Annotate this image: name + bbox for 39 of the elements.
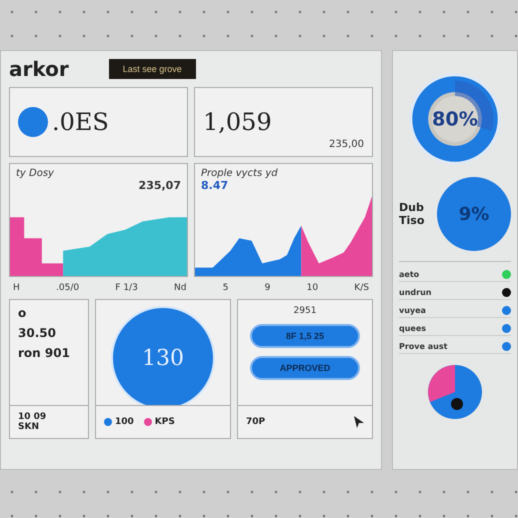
stat-subvalue: 235,00 bbox=[329, 139, 364, 150]
summary-heading: o bbox=[18, 306, 28, 320]
stat-value: 1,059 bbox=[203, 108, 272, 136]
footer-text: SKN bbox=[18, 422, 40, 432]
pie-chart-drawing bbox=[427, 364, 483, 420]
axis-label: 5 bbox=[222, 283, 228, 293]
cursor-icon bbox=[354, 416, 364, 428]
axis-label: H bbox=[13, 283, 20, 293]
list-label: vuyea bbox=[399, 306, 426, 315]
axis-label: .05/0 bbox=[56, 283, 80, 293]
chart-value: 235,07 bbox=[138, 179, 182, 192]
gauge-circle: 9% bbox=[437, 177, 511, 251]
legend-label: KPS bbox=[154, 417, 175, 427]
summary-line: ron 901 bbox=[18, 346, 71, 360]
chart-label: ty Dosy bbox=[15, 168, 55, 179]
chart-value: 8.47 bbox=[200, 179, 230, 192]
action-button[interactable]: APPROVED bbox=[250, 356, 360, 380]
axis-label: 9 bbox=[264, 283, 270, 293]
actions-label: 2951 bbox=[294, 306, 316, 316]
status-dot-icon bbox=[18, 107, 48, 137]
axis-label: K/S bbox=[354, 283, 369, 293]
list-label: Prove aust bbox=[399, 342, 448, 351]
axis-label: F 1/3 bbox=[115, 283, 138, 293]
chart-label: Prople vycts yd bbox=[200, 168, 279, 179]
list-label: aeto bbox=[399, 270, 420, 279]
axis-label: 10 bbox=[306, 283, 318, 293]
legend-label: 100 bbox=[115, 417, 134, 427]
action-button[interactable]: 8F 1,5 25 bbox=[250, 324, 360, 348]
gauge-label: Dub Tiso bbox=[399, 201, 426, 227]
footer-text: 10 09 bbox=[18, 412, 48, 422]
list-label: undrun bbox=[399, 288, 432, 297]
range-button[interactable]: Last see grove bbox=[108, 59, 196, 79]
dashboard-title: arkor bbox=[9, 57, 69, 81]
donut-chart: 80% bbox=[407, 71, 503, 167]
footer-text: 70P bbox=[246, 417, 266, 427]
list-label: quees bbox=[399, 324, 426, 333]
axis-label: Nd bbox=[174, 283, 186, 293]
summary-line: 30.50 bbox=[18, 326, 57, 340]
stat-value: .0ES bbox=[52, 108, 109, 136]
